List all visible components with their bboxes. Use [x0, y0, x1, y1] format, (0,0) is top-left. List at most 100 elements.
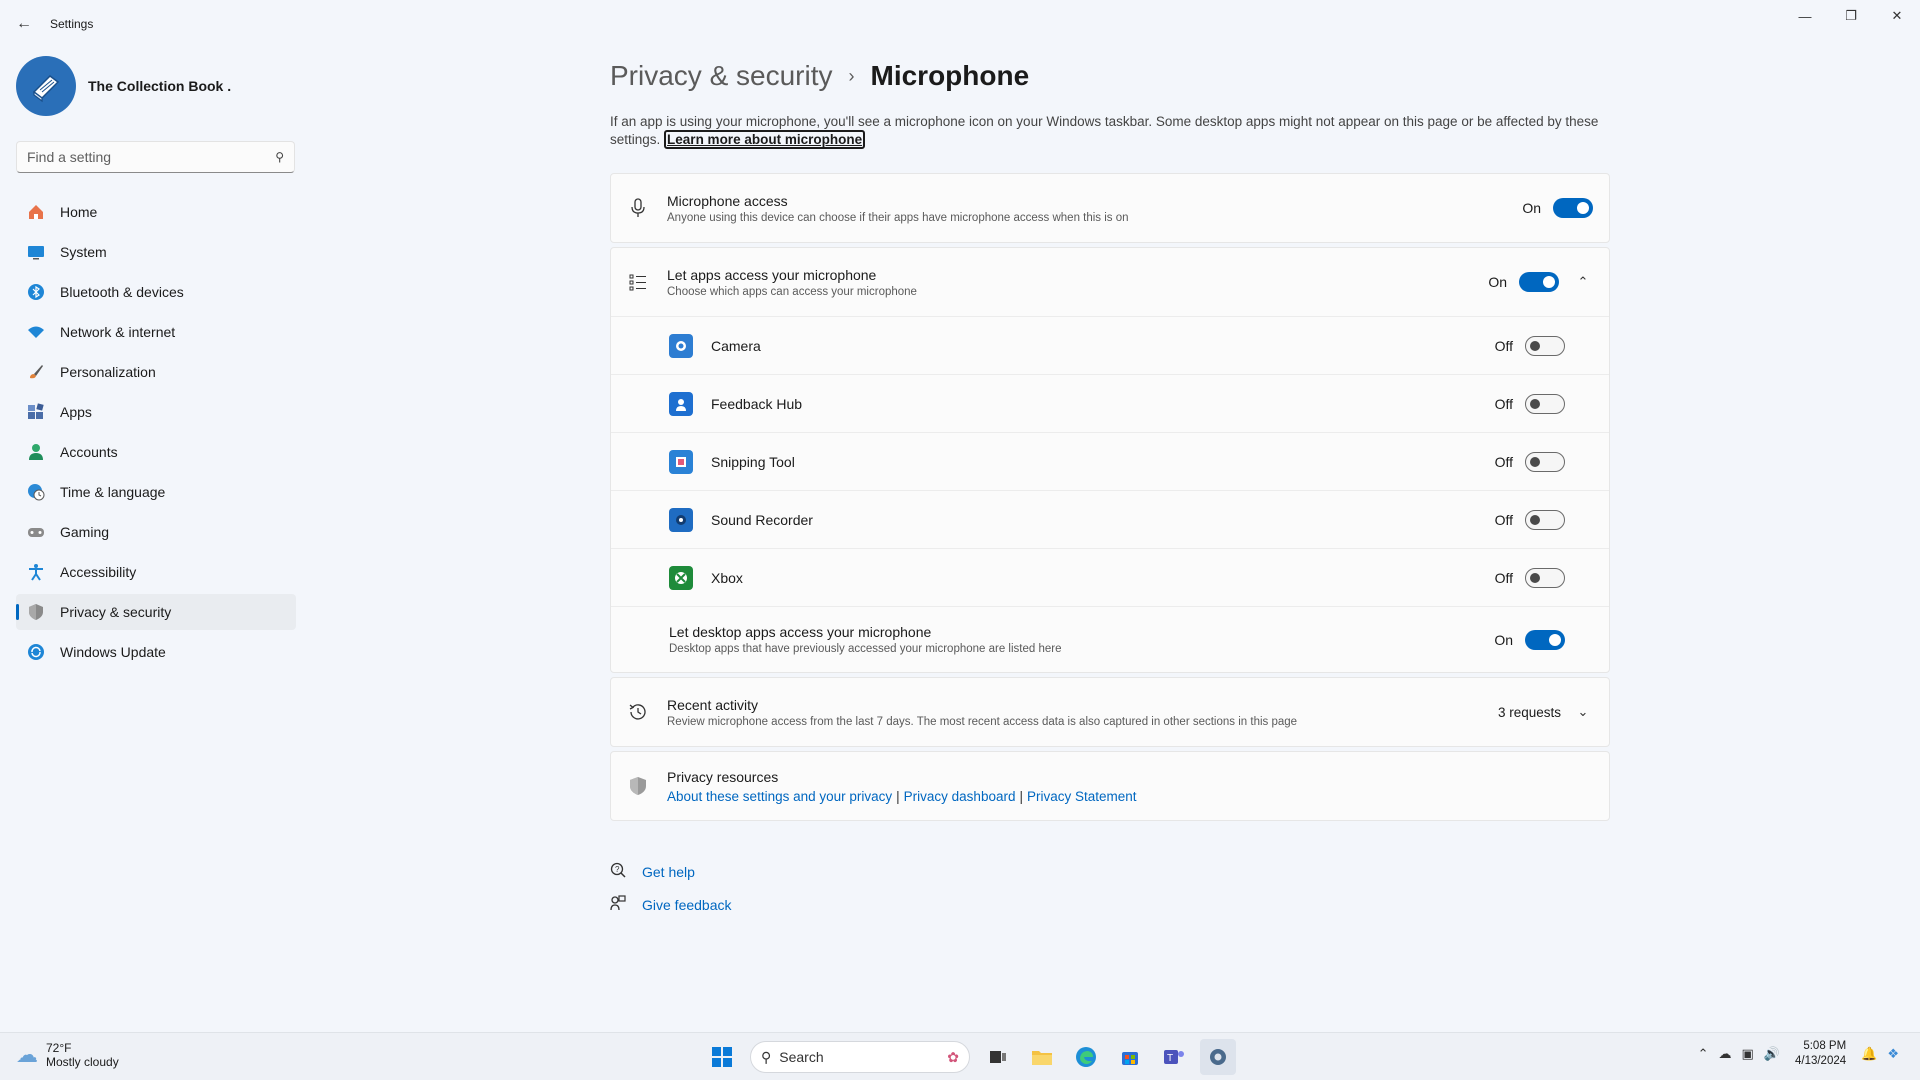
monitor-icon — [26, 242, 46, 262]
desktop-apps-subtitle: Desktop apps that have previously access… — [669, 643, 1062, 655]
back-button[interactable]: ← — [12, 12, 36, 36]
weather-desc: Mostly cloudy — [46, 1055, 119, 1069]
requests-count: 3 requests — [1497, 704, 1561, 720]
copilot-icon[interactable]: ❖ — [1887, 1046, 1899, 1062]
sidebar-item-home[interactable]: Home — [16, 194, 296, 230]
globe-clock-icon — [26, 482, 46, 502]
weather-widget[interactable]: ☁ 72°F Mostly cloudy — [16, 1041, 119, 1069]
sidebar-item-accounts[interactable]: Accounts — [16, 434, 296, 470]
recent-activity-row[interactable]: Recent activity Review microphone access… — [611, 678, 1609, 746]
close-icon: ✕ — [1891, 8, 1903, 23]
intro-description: If an app is using your microphone, you'… — [610, 113, 1610, 149]
feedback-hub-toggle[interactable] — [1525, 393, 1565, 414]
let-apps-access-toggle[interactable] — [1519, 272, 1559, 292]
user-profile[interactable]: The Collection Book . — [16, 56, 231, 116]
about-privacy-link[interactable]: About these settings and your privacy — [667, 789, 892, 804]
taskbar-search[interactable]: ⚲ Search ✿ — [750, 1041, 970, 1073]
recent-activity-subtitle: Review microphone access from the last 7… — [667, 715, 1298, 728]
settings-button[interactable] — [1200, 1039, 1236, 1075]
clock-date: 4/13/2024 — [1794, 1055, 1847, 1067]
let-apps-access-state: On — [1488, 274, 1507, 290]
sidebar-item-windows-update[interactable]: Windows Update — [16, 634, 296, 670]
chevron-up-icon[interactable]: ⌃ — [1698, 1046, 1709, 1062]
wifi-icon — [26, 322, 46, 342]
desktop-apps-toggle[interactable] — [1525, 629, 1565, 650]
teams-button[interactable]: T — [1156, 1039, 1192, 1075]
app-name: Feedback Hub — [711, 395, 803, 412]
sidebar-item-personalization[interactable]: Personalization — [16, 354, 296, 390]
feedback-icon — [610, 895, 628, 914]
task-view-icon — [990, 1051, 1006, 1063]
minimize-button[interactable]: — — [1782, 0, 1828, 32]
onedrive-icon[interactable]: ☁ — [1719, 1046, 1732, 1062]
person-icon — [26, 442, 46, 462]
learn-more-link[interactable]: Learn more about microphone — [664, 130, 866, 149]
search-input[interactable] — [27, 149, 276, 165]
accessibility-icon — [26, 562, 46, 582]
chevron-down-icon[interactable]: ⌄ — [1573, 704, 1593, 720]
sidebar-item-label: Accounts — [60, 444, 118, 460]
get-help-link[interactable]: ? Get help — [610, 855, 1610, 888]
sidebar-item-time-language[interactable]: Time & language — [16, 474, 296, 510]
app-name: Xbox — [711, 569, 743, 586]
bluetooth-icon — [26, 282, 46, 302]
camera-toggle[interactable] — [1525, 335, 1565, 356]
give-feedback-label: Give feedback — [642, 896, 732, 913]
sidebar-item-privacy-security[interactable]: Privacy & security — [16, 594, 296, 630]
sidebar-item-gaming[interactable]: Gaming — [16, 514, 296, 550]
let-apps-access-row[interactable]: Let apps access your microphone Choose w… — [611, 248, 1609, 316]
edge-icon — [1076, 1047, 1096, 1067]
restore-button[interactable]: ❐ — [1828, 0, 1874, 32]
sidebar-item-network[interactable]: Network & internet — [16, 314, 296, 350]
app-state: Off — [1494, 337, 1513, 354]
recent-activity-text: Recent activity Review microphone access… — [667, 697, 1498, 728]
search-setting-box[interactable]: ⚲ — [16, 141, 295, 173]
notification-bell-icon[interactable]: 🔔 — [1861, 1046, 1877, 1062]
get-help-label: Get help — [642, 863, 695, 880]
xbox-toggle[interactable] — [1525, 567, 1565, 588]
sidebar-item-label: Windows Update — [60, 644, 166, 660]
feedback-hub-icon — [669, 391, 693, 416]
microphone-access-title: Microphone access — [667, 192, 788, 209]
app-row-camera: Camera Off — [611, 316, 1609, 374]
breadcrumb: Privacy & security › Microphone — [610, 56, 1610, 96]
sidebar-item-bluetooth[interactable]: Bluetooth & devices — [16, 274, 296, 310]
sidebar-item-label: Gaming — [60, 524, 110, 540]
start-button[interactable] — [704, 1039, 740, 1075]
clock-time: 5:08 PM — [1803, 1040, 1847, 1052]
sound-recorder-toggle[interactable] — [1525, 509, 1565, 530]
chevron-right-icon: › — [848, 65, 855, 86]
microphone-access-card: Microphone access Anyone using this devi… — [610, 173, 1610, 243]
app-state: Off — [1494, 511, 1513, 528]
clock[interactable]: 5:08 PM 4/13/2024 — [1795, 1039, 1846, 1069]
task-view-button[interactable] — [980, 1039, 1016, 1075]
gear-icon — [1210, 1049, 1226, 1065]
snipping-tool-toggle[interactable] — [1525, 451, 1565, 472]
sidebar-item-apps[interactable]: Apps — [16, 394, 296, 430]
desktop-apps-row: Let desktop apps access your microphone … — [611, 606, 1609, 672]
app-name: Snipping Tool — [711, 453, 795, 470]
breadcrumb-parent[interactable]: Privacy & security — [610, 60, 833, 92]
let-apps-access-card: Let apps access your microphone Choose w… — [610, 247, 1610, 673]
store-button[interactable] — [1112, 1039, 1148, 1075]
edge-button[interactable] — [1068, 1039, 1104, 1075]
file-explorer-button[interactable] — [1024, 1039, 1060, 1075]
privacy-dashboard-link[interactable]: Privacy dashboard — [904, 789, 1016, 804]
sidebar-item-accessibility[interactable]: Accessibility — [16, 554, 296, 590]
microphone-access-state: On — [1522, 200, 1541, 216]
display-icon[interactable]: ▣ — [1742, 1046, 1754, 1062]
avatar — [16, 56, 76, 116]
desktop-apps-title: Let desktop apps access your microphone — [669, 624, 932, 640]
xbox-icon — [669, 565, 693, 590]
sidebar-item-label: Apps — [60, 404, 92, 420]
chevron-up-icon[interactable]: ⌃ — [1573, 274, 1593, 290]
volume-icon[interactable]: 🔊 — [1764, 1046, 1780, 1062]
close-button[interactable]: ✕ — [1874, 0, 1920, 32]
sidebar-item-label: System — [60, 244, 107, 260]
give-feedback-link[interactable]: Give feedback — [610, 888, 1610, 921]
privacy-statement-link[interactable]: Privacy Statement — [1027, 789, 1137, 804]
microphone-access-toggle[interactable] — [1553, 198, 1593, 218]
microphone-access-subtitle: Anyone using this device can choose if t… — [667, 211, 1129, 224]
app-row-sound-recorder: Sound Recorder Off — [611, 490, 1609, 548]
sidebar-item-system[interactable]: System — [16, 234, 296, 270]
